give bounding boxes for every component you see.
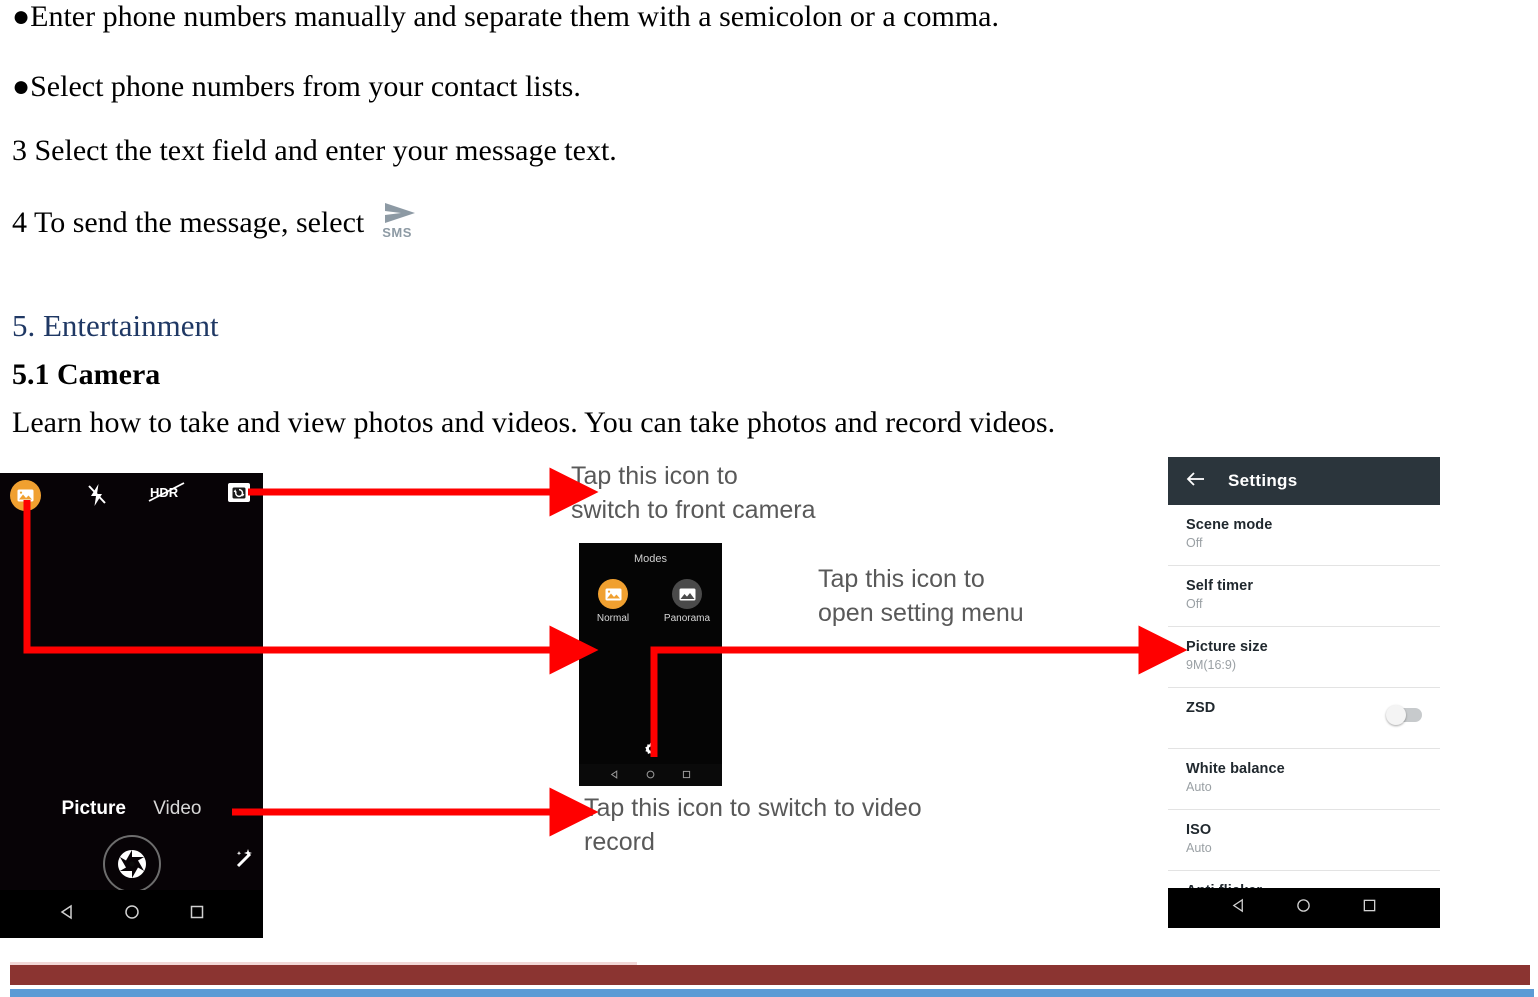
settings-row-iso[interactable]: ISO Auto [1168, 810, 1440, 871]
step-3-text: 3 Select the text field and enter your m… [12, 134, 617, 167]
settings-row-value: Off [1186, 536, 1203, 550]
arrow-gear-to-settings [650, 625, 1188, 757]
mode-video-tab[interactable]: Video [153, 798, 201, 819]
sub-heading: 5.1 Camera [12, 358, 161, 391]
settings-row-value: Auto [1186, 841, 1212, 855]
panorama-mode-icon [672, 579, 702, 609]
settings-title: Settings [1228, 471, 1298, 490]
recents-icon[interactable] [189, 904, 205, 925]
back-arrow-icon[interactable] [1186, 471, 1206, 492]
magic-wand-icon[interactable] [234, 848, 256, 875]
send-arrow-glyph [385, 203, 416, 223]
intro-paragraph: Learn how to take and view photos and vi… [12, 406, 1056, 439]
settings-row-label: Scene mode [1186, 517, 1273, 533]
settings-row-label: White balance [1186, 761, 1285, 777]
home-icon-glyph [124, 904, 139, 919]
android-nav-bar-mid [579, 764, 722, 786]
home-icon-glyph [646, 770, 655, 779]
back-icon[interactable] [59, 904, 75, 925]
mode-item-panorama-label: Panorama [663, 613, 711, 624]
settings-row-self-timer[interactable]: Self timer Off [1168, 566, 1440, 627]
step-4-text: 4 To send the message, select [12, 205, 365, 239]
panorama-mode-icon-glyph [679, 588, 695, 600]
section-heading: 5. Entertainment [12, 308, 219, 343]
hdr-off-icon[interactable]: HDR [148, 481, 185, 505]
sms-send-icon: SMS [378, 201, 426, 245]
home-icon-glyph [1297, 899, 1311, 912]
back-icon-glyph [60, 904, 72, 919]
recents-icon[interactable] [682, 766, 691, 784]
footer-blue-bar [10, 989, 1534, 997]
gallery-icon[interactable] [10, 480, 41, 511]
normal-mode-icon-glyph [605, 588, 621, 600]
normal-mode-icon [598, 579, 628, 609]
mode-item-normal-label: Normal [596, 613, 630, 624]
camera-mode-row: Picture Video [0, 798, 263, 820]
settings-screenshot: Settings Scene mode Off Self timer Off P… [1168, 457, 1440, 928]
magic-wand-icon-glyph [236, 849, 252, 868]
settings-gear-icon-glyph [645, 741, 657, 755]
zsd-toggle-knob [1386, 705, 1406, 725]
recents-icon-glyph [190, 905, 203, 918]
back-icon-glyph [1232, 898, 1244, 913]
settings-gear-icon[interactable] [643, 741, 659, 762]
settings-header: Settings [1168, 457, 1440, 505]
settings-row-scene-mode[interactable]: Scene mode Off [1168, 505, 1440, 566]
footer-maroon-shadow [10, 980, 940, 985]
settings-row-label: Picture size [1186, 639, 1268, 655]
switch-camera-icon-glyph [232, 487, 246, 498]
camera-top-bar: HDR [0, 473, 263, 515]
home-icon[interactable] [1296, 898, 1311, 918]
zsd-toggle[interactable] [1386, 705, 1422, 725]
camera-screenshot: HDR Picture Video [0, 473, 263, 938]
settings-row-zsd[interactable]: ZSD [1168, 688, 1440, 749]
android-nav-bar-left [0, 890, 263, 938]
switch-camera-icon[interactable] [228, 483, 250, 502]
settings-row-label: Self timer [1186, 578, 1254, 594]
bullet-item-2: ●Select phone numbers from your contact … [12, 70, 581, 103]
settings-row-value: 9M(16:9) [1186, 658, 1237, 672]
back-icon[interactable] [1231, 898, 1246, 918]
modes-screenshot: Modes Normal Panorama [579, 543, 722, 786]
back-icon[interactable] [610, 766, 619, 784]
back-icon-glyph [611, 770, 618, 779]
settings-row-white-balance[interactable]: White balance Auto [1168, 749, 1440, 810]
flash-off-icon[interactable] [86, 483, 108, 512]
settings-row-picture-size[interactable]: Picture size 9M(16:9) [1168, 627, 1440, 688]
modes-title: Modes [633, 553, 668, 565]
mode-item-normal[interactable]: Normal [583, 579, 643, 624]
recents-icon[interactable] [1362, 898, 1377, 918]
mode-picture-tab[interactable]: Picture [62, 798, 126, 819]
callout-video-record: Tap this icon to switch to video record [584, 794, 922, 856]
callout-front-camera: Tap this icon to switch to front camera [571, 462, 816, 524]
recents-icon-glyph [1363, 899, 1376, 912]
bullet-item-1: ●Enter phone numbers manually and separa… [12, 0, 999, 33]
settings-row-value: Off [1186, 597, 1203, 611]
mode-item-panorama[interactable]: Panorama [657, 579, 717, 624]
step-4-line: 4 To send the message, select SMS [12, 203, 426, 247]
flash-off-icon-glyph [88, 484, 106, 506]
gallery-icon-glyph [17, 489, 34, 502]
sms-label: SMS [382, 225, 412, 240]
shutter-icon-glyph [118, 850, 146, 878]
home-icon[interactable] [646, 766, 655, 784]
shutter-button[interactable] [103, 835, 161, 893]
recents-icon-glyph [682, 770, 690, 779]
home-icon[interactable] [124, 904, 140, 925]
settings-row-value: Auto [1186, 780, 1212, 794]
hdr-off-icon-glyph: HDR [148, 482, 185, 502]
android-nav-bar-right [1168, 888, 1440, 928]
back-arrow-icon-glyph [1186, 471, 1204, 486]
callout-setting-menu: Tap this icon to open setting menu [818, 565, 1024, 627]
settings-row-label: ISO [1186, 822, 1212, 838]
